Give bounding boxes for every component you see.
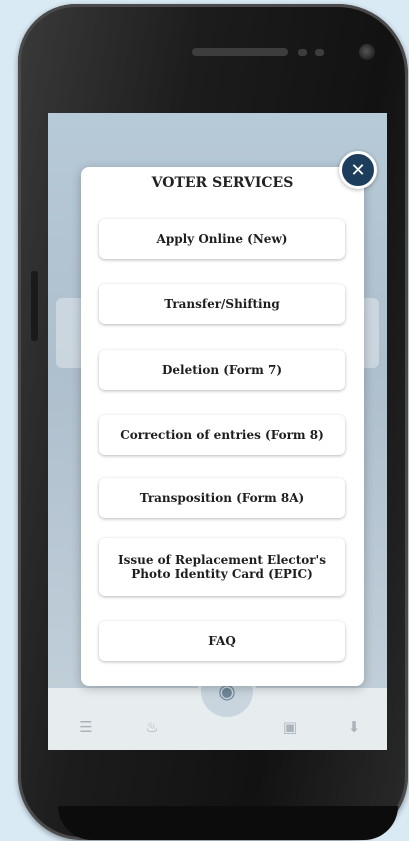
menu-icon: ☰ [79, 718, 93, 736]
close-button[interactable]: ✕ [339, 151, 377, 189]
faq-button[interactable]: FAQ [99, 621, 345, 661]
image-icon: ▣ [282, 718, 298, 736]
nav-item-menu[interactable]: ☰ [56, 718, 116, 736]
front-camera [359, 44, 375, 60]
nav-item-image[interactable]: ▣ [260, 718, 320, 736]
bottom-navigation: ☰ ♨ ◉ ▣ ⬇ [48, 662, 387, 750]
modal-title: VOTER SERVICES [151, 175, 294, 191]
phone-earpiece [192, 48, 288, 56]
download-icon: ⬇ [347, 718, 361, 736]
correction-form8-button[interactable]: Correction of entries (Form 8) [99, 415, 345, 455]
nav-item-fire[interactable]: ♨ [122, 718, 182, 736]
phone-bottom [58, 806, 398, 840]
close-icon: ✕ [350, 159, 366, 181]
fire-icon: ♨ [145, 718, 159, 736]
transposition-form8a-button[interactable]: Transposition (Form 8A) [99, 478, 345, 518]
transfer-shifting-button[interactable]: Transfer/Shifting [99, 284, 345, 324]
replacement-epic-button[interactable]: Issue of Replacement Elector's Photo Ide… [99, 538, 345, 596]
voter-services-modal: VOTER SERVICES Apply Online (New) Transf… [81, 167, 364, 686]
nav-item-download[interactable]: ⬇ [324, 718, 384, 736]
phone-sensor [298, 49, 307, 56]
apply-online-button[interactable]: Apply Online (New) [99, 219, 345, 259]
phone-sensor [315, 49, 324, 56]
phone-side-button [31, 271, 38, 341]
deletion-form7-button[interactable]: Deletion (Form 7) [99, 350, 345, 390]
